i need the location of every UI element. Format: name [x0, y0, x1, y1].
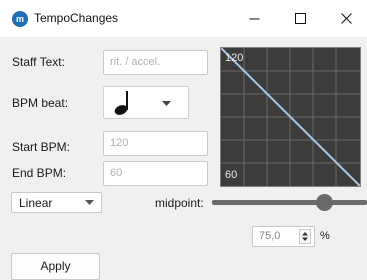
start-bpm-input[interactable]: 120 [103, 131, 208, 156]
minimize-button[interactable] [231, 0, 277, 37]
tempo-curve-graph [221, 48, 360, 186]
maximize-button[interactable] [277, 0, 323, 37]
midpoint-label: midpoint: [155, 196, 204, 210]
staff-text-input[interactable]: rit. / accel. [103, 50, 208, 75]
midpoint-spinbox[interactable]: 75,0 [252, 226, 315, 247]
chevron-down-icon [162, 101, 171, 106]
end-bpm-label: End BPM: [12, 166, 67, 180]
curve-mode-select[interactable]: Linear [11, 192, 102, 213]
midpoint-value: 75,0 [259, 230, 281, 242]
start-bpm-label: Start BPM: [12, 140, 71, 154]
bpm-beat-select[interactable] [103, 86, 189, 119]
bpm-beat-label: BPM beat: [12, 96, 69, 110]
minimize-icon [249, 18, 259, 20]
apply-button[interactable]: Apply [11, 253, 100, 280]
curve-mode-value: Linear [19, 196, 53, 210]
staff-text-label: Staff Text: [12, 55, 65, 69]
spin-buttons[interactable] [299, 229, 311, 244]
tempo-curve-preview: 120 60 [220, 47, 361, 187]
preview-end-label: 60 [225, 169, 238, 181]
quarter-note-icon [114, 91, 128, 115]
window-title: TempoChanges [34, 11, 119, 25]
midpoint-slider-track[interactable] [212, 200, 367, 205]
spin-arrows-icon [302, 232, 308, 241]
preview-start-label: 120 [225, 52, 244, 64]
musescore-app-icon: m [12, 11, 28, 27]
percent-label: % [320, 230, 330, 242]
title-bar: m TempoChanges [0, 0, 367, 37]
midpoint-slider-handle[interactable] [316, 194, 333, 211]
chevron-down-icon [85, 200, 94, 205]
maximize-icon [294, 13, 306, 24]
close-button[interactable] [323, 0, 367, 37]
close-icon [340, 13, 352, 24]
end-bpm-input[interactable]: 60 [103, 161, 208, 186]
